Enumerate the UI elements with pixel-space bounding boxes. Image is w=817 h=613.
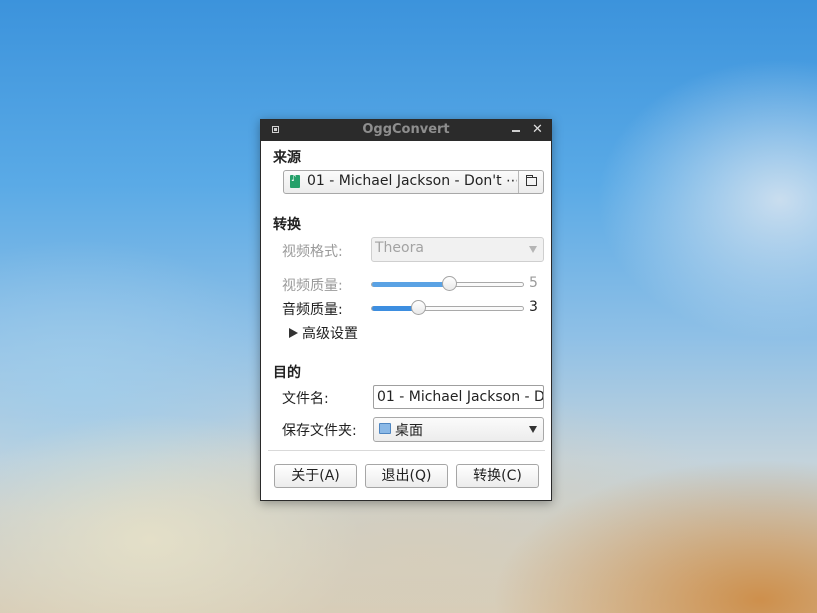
browse-folder-button[interactable] bbox=[518, 171, 543, 193]
quit-button[interactable]: 退出(Q) bbox=[365, 464, 448, 488]
audio-file-icon bbox=[290, 174, 300, 188]
save-folder-label: 保存文件夹: bbox=[282, 423, 357, 439]
folder-icon bbox=[526, 175, 537, 186]
oggconvert-window: OggConvert ✕ 来源 01 - Michael Jackson - D… bbox=[260, 119, 552, 501]
destination-section-title: 目的 bbox=[273, 365, 301, 381]
chevron-down-icon bbox=[529, 246, 537, 253]
desktop-folder-icon bbox=[379, 423, 391, 434]
titlebar: OggConvert ✕ bbox=[261, 120, 551, 141]
video-quality-label: 视频质量: bbox=[282, 278, 343, 294]
advanced-settings-expander[interactable]: 高级设置 bbox=[289, 323, 358, 343]
audio-quality-value: 3 bbox=[529, 299, 538, 315]
filename-input[interactable] bbox=[374, 387, 543, 407]
about-button[interactable]: 关于(A) bbox=[274, 464, 357, 488]
minimize-icon[interactable] bbox=[512, 130, 520, 132]
separator bbox=[268, 450, 545, 451]
audio-quality-label: 音频质量: bbox=[282, 302, 343, 318]
source-file-name: 01 - Michael Jackson - Don't ⋯ bbox=[307, 173, 517, 189]
audio-quality-handle[interactable] bbox=[411, 300, 426, 315]
video-quality-slider[interactable] bbox=[371, 276, 524, 291]
filename-label: 文件名: bbox=[282, 391, 329, 407]
source-section-title: 来源 bbox=[273, 150, 301, 166]
close-icon[interactable]: ✕ bbox=[532, 122, 543, 137]
video-format-value: Theora bbox=[375, 240, 424, 256]
window-title: OggConvert bbox=[362, 122, 450, 137]
save-folder-value: 桌面 bbox=[395, 423, 423, 439]
video-quality-value: 5 bbox=[529, 275, 538, 291]
chevron-down-icon bbox=[529, 426, 537, 433]
filename-field-box bbox=[373, 385, 544, 409]
audio-quality-slider[interactable] bbox=[371, 300, 524, 315]
convert-button[interactable]: 转换(C) bbox=[456, 464, 539, 488]
video-format-select[interactable]: Theora bbox=[371, 237, 544, 262]
save-folder-select[interactable]: 桌面 bbox=[373, 417, 544, 442]
advanced-settings-label: 高级设置 bbox=[302, 326, 358, 342]
video-quality-handle[interactable] bbox=[442, 276, 457, 291]
source-file-chooser[interactable]: 01 - Michael Jackson - Don't ⋯ bbox=[283, 170, 544, 194]
expander-arrow-icon bbox=[289, 328, 298, 338]
video-format-label: 视频格式: bbox=[282, 244, 343, 260]
video-quality-fill bbox=[372, 282, 449, 287]
convert-section-title: 转换 bbox=[273, 217, 301, 233]
